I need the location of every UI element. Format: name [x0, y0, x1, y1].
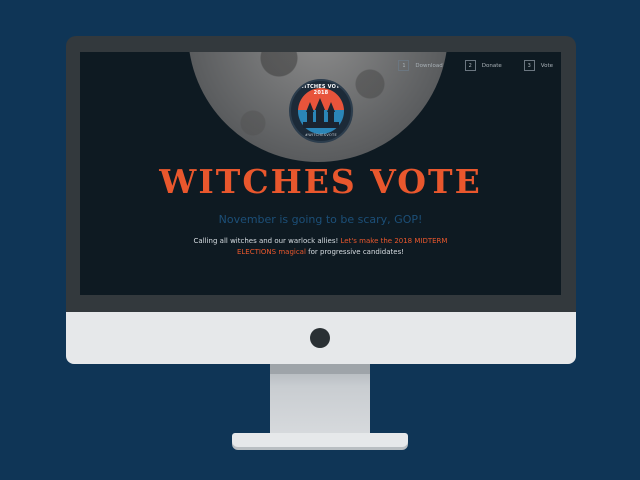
- nav-item-donate[interactable]: 2 Donate: [464, 60, 502, 71]
- monitor-stand-neck: [270, 364, 370, 440]
- description-text-end: for progressive candidates!: [305, 248, 405, 256]
- monitor-logo-dot: [310, 328, 330, 348]
- witches-vote-logo: WITCHES VOTE 2018 #WITCHESVOTE: [289, 79, 353, 143]
- nav-label: Download: [415, 62, 443, 69]
- logo-subtitle: #WITCHESVOTE: [305, 133, 337, 137]
- nav-label: Vote: [540, 62, 553, 69]
- monitor-stand-base: [232, 433, 408, 447]
- nav-item-download[interactable]: 1 Download: [398, 60, 443, 71]
- page-title: WITCHES VOTE: [159, 162, 482, 201]
- hero-description: Calling all witches and our warlock alli…: [180, 236, 461, 258]
- website-screen: 1 Download 2 Donate 3 Vote WITCHES VOTE …: [80, 52, 561, 295]
- nav-number: 1: [398, 60, 410, 71]
- logo-title: WITCHES VOTE 2018: [298, 84, 344, 96]
- tagline: November is going to be scary, GOP!: [218, 213, 423, 226]
- nav-item-vote[interactable]: 3 Vote: [523, 60, 553, 71]
- nav-number: 3: [523, 60, 535, 71]
- nav-number: 2: [464, 60, 476, 71]
- nav-label: Donate: [481, 62, 502, 69]
- monitor-stand-shadow: [270, 364, 370, 374]
- top-nav: 1 Download 2 Donate 3 Vote: [398, 60, 553, 71]
- description-text: Calling all witches and our warlock alli…: [193, 237, 341, 245]
